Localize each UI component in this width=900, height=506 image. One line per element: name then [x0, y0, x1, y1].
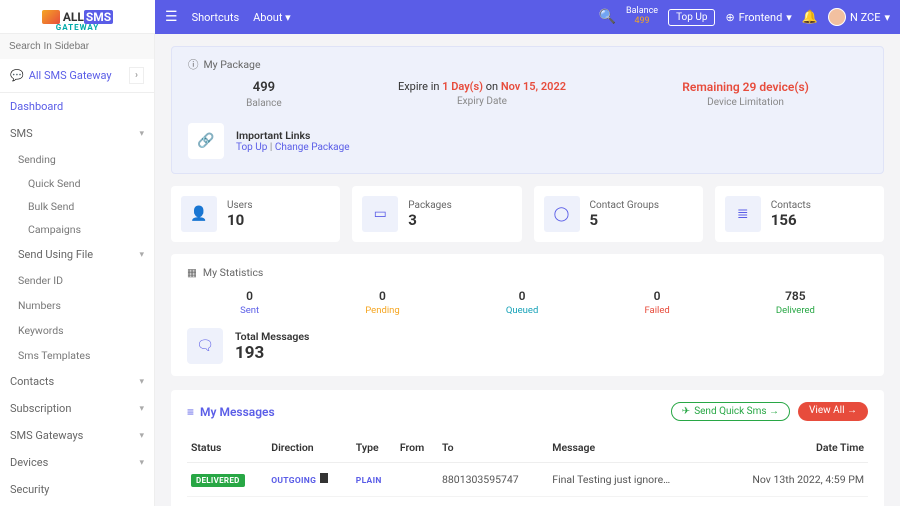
- nav-sender-id[interactable]: Sender ID: [0, 268, 154, 293]
- topbar: ☰ Shortcuts About ▾ 🔍 Balance 499 Top Up…: [155, 0, 900, 34]
- send-quick-sms-button[interactable]: ✈Send Quick Sms →: [671, 402, 790, 421]
- chevron-down-icon: ▾: [139, 377, 144, 387]
- avatar-icon: [828, 8, 846, 26]
- messages-table: Status Direction Type From To Message Da…: [187, 433, 868, 506]
- stat-icon: ≣: [725, 196, 761, 232]
- chevron-down-icon: ▾: [139, 458, 144, 468]
- stat-queued: 0 Queued: [506, 289, 538, 316]
- table-row[interactable]: DELIVERED OUTGOING PLAIN 8801303595747 F…: [187, 463, 868, 497]
- package-devices: Remaining 29 device(s) Device Limitation: [682, 80, 809, 109]
- status-badge: DELIVERED: [191, 474, 245, 487]
- nav-campaigns[interactable]: Campaigns: [0, 218, 154, 241]
- nav-devices[interactable]: Devices▾: [0, 449, 154, 476]
- my-statistics-panel: ▦My Statistics 0 Sent 0 Pending 0 Queued…: [171, 254, 884, 376]
- grid-icon: ▦: [187, 266, 197, 279]
- table-row[interactable]: DELIVERED OUTGOING PLAIN 8801303595747 T…: [187, 497, 868, 506]
- chevron-down-icon: ▾: [139, 431, 144, 441]
- topup-link[interactable]: Top Up: [236, 142, 267, 153]
- package-balance: 499 Balance: [246, 80, 282, 109]
- list-icon: ≡: [187, 405, 194, 419]
- package-expiry: Expire in 1 Day(s) on Nov 15, 2022 Expir…: [398, 80, 566, 109]
- topup-button[interactable]: Top Up: [668, 9, 715, 26]
- nav-subscription[interactable]: Subscription▾: [0, 395, 154, 422]
- my-messages-panel: ≡My Messages ✈Send Quick Sms → View All …: [171, 390, 884, 506]
- menu-toggle-icon[interactable]: ☰: [165, 9, 178, 25]
- stat-sent: 0 Sent: [240, 289, 259, 316]
- chevron-down-icon: ▾: [139, 404, 144, 414]
- chevron-down-icon: ▾: [139, 129, 144, 139]
- stat-failed: 0 Failed: [644, 289, 669, 316]
- logo[interactable]: ALLSMS GATEWAY: [0, 0, 155, 34]
- sidebar-collapse-button[interactable]: ›: [129, 67, 144, 84]
- logo-icon: [42, 10, 60, 24]
- change-package-link[interactable]: Change Package: [275, 142, 350, 153]
- balance-display: Balance 499: [626, 7, 658, 27]
- stat-delivered: 785 Delivered: [776, 289, 815, 316]
- about-dropdown[interactable]: About ▾: [253, 11, 291, 24]
- nav-keywords[interactable]: Keywords: [0, 318, 154, 343]
- nav-quick-send[interactable]: Quick Send: [0, 172, 154, 195]
- nav-sms-gateways[interactable]: SMS Gateways▾: [0, 422, 154, 449]
- stat-card-contacts[interactable]: ≣ Contacts156: [715, 186, 884, 242]
- info-icon: ⓘ: [188, 57, 199, 72]
- chevron-down-icon: ▾: [139, 250, 144, 260]
- user-menu[interactable]: N ZCE ▾: [828, 8, 890, 26]
- nav-send-using-file[interactable]: Send Using File▾: [0, 241, 154, 268]
- main-content: ⓘMy Package 499 Balance Expire in 1 Day(…: [155, 34, 900, 506]
- nav-security[interactable]: Security: [0, 476, 154, 503]
- nav-contacts[interactable]: Contacts▾: [0, 368, 154, 395]
- notifications-icon[interactable]: 🔔: [802, 10, 818, 25]
- frontend-dropdown[interactable]: ⊕ Frontend ▾: [725, 11, 791, 24]
- search-icon[interactable]: 🔍: [599, 9, 616, 25]
- link-icon: 🔗: [188, 123, 224, 159]
- messages-icon: 🗨: [187, 328, 223, 364]
- sidebar-brand[interactable]: 💬 All SMS Gateway: [10, 69, 112, 82]
- device-icon: [320, 473, 328, 483]
- my-package-card: ⓘMy Package 499 Balance Expire in 1 Day(…: [171, 46, 884, 174]
- sidebar-search-input[interactable]: [0, 34, 154, 59]
- nav-dashboard[interactable]: Dashboard: [0, 93, 154, 120]
- stat-card-users[interactable]: 👤 Users10: [171, 186, 340, 242]
- send-icon: ✈: [682, 406, 690, 417]
- shortcuts-link[interactable]: Shortcuts: [192, 11, 240, 24]
- nav-numbers[interactable]: Numbers: [0, 293, 154, 318]
- stat-card-packages[interactable]: ▭ Packages3: [352, 186, 521, 242]
- view-all-button[interactable]: View All →: [798, 402, 868, 421]
- stat-pending: 0 Pending: [365, 289, 399, 316]
- stat-icon: ▭: [362, 196, 398, 232]
- nav-sending[interactable]: Sending: [0, 147, 154, 172]
- nav-bulk-send[interactable]: Bulk Send: [0, 195, 154, 218]
- nav-sms-templates[interactable]: Sms Templates: [0, 343, 154, 368]
- sidebar: 💬 All SMS Gateway › Dashboard SMS▾ Sendi…: [0, 34, 155, 506]
- stat-icon: ◯: [544, 196, 580, 232]
- stat-card-contact-groups[interactable]: ◯ Contact Groups5: [534, 186, 703, 242]
- nav-sms[interactable]: SMS▾: [0, 120, 154, 147]
- stat-icon: 👤: [181, 196, 217, 232]
